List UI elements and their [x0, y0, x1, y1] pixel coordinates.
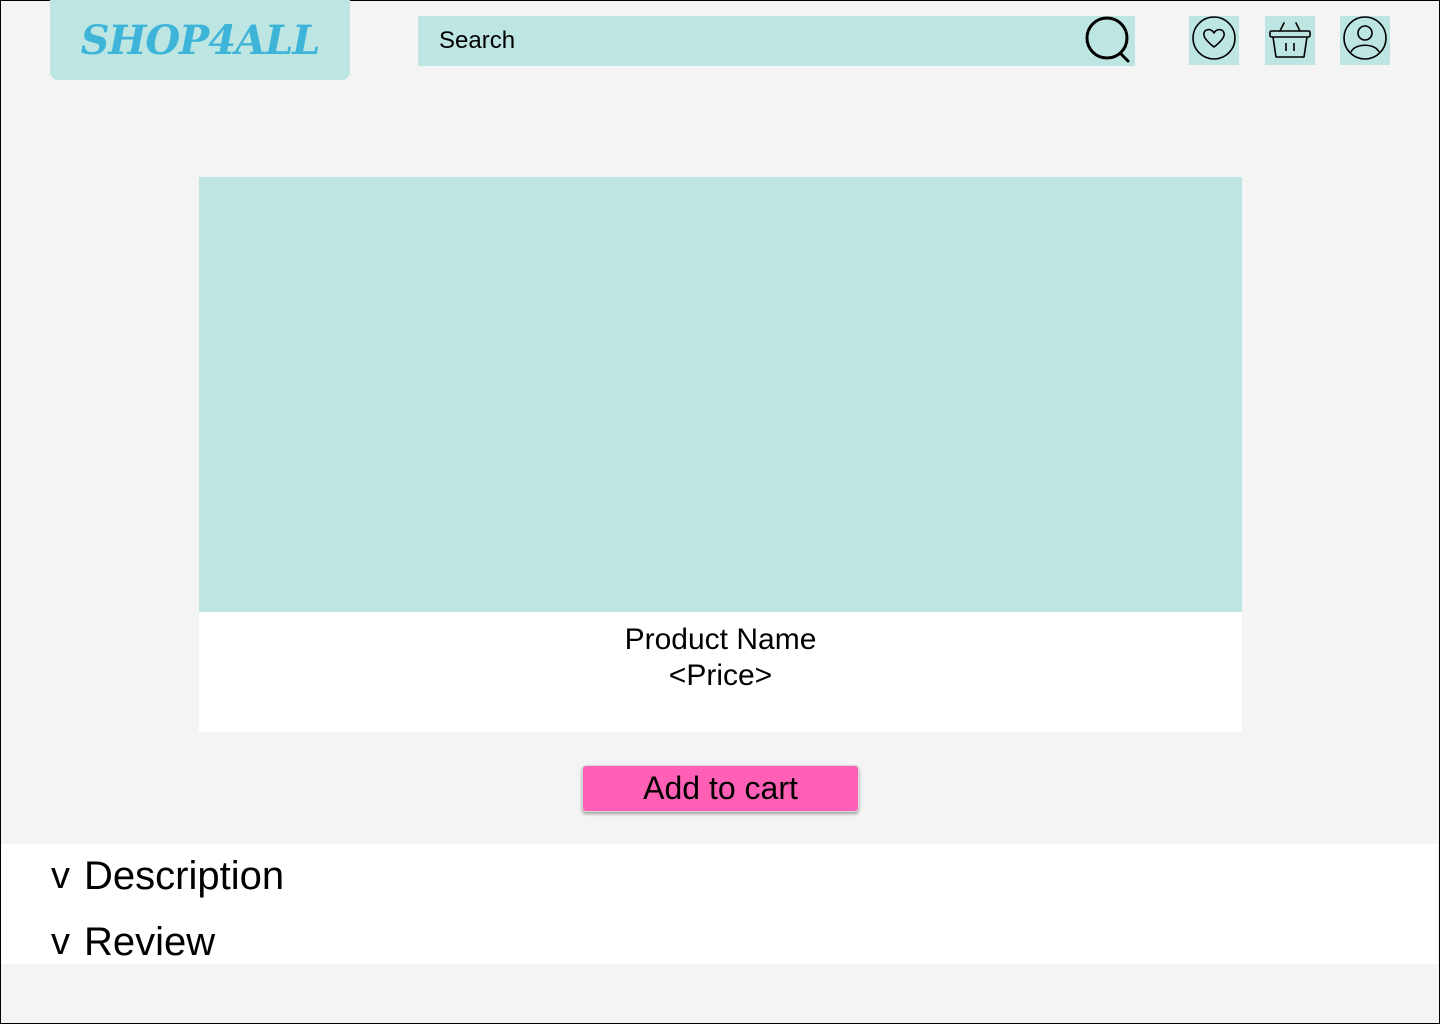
review-toggle[interactable]: v Review [51, 922, 215, 962]
description-toggle[interactable]: v Description [51, 856, 284, 896]
add-to-cart-button[interactable]: Add to cart [582, 765, 859, 812]
search-bar [418, 15, 1135, 67]
search-icon[interactable] [1085, 16, 1135, 66]
chevron-down-icon: v [51, 921, 70, 963]
cart-button[interactable] [1265, 16, 1315, 65]
user-icon [1342, 15, 1388, 66]
basket-icon [1267, 15, 1313, 66]
chevron-down-icon: v [51, 855, 70, 897]
product-name: Product Name [624, 623, 817, 656]
search-input[interactable] [418, 15, 1135, 67]
product-info: Product Name <Price> [199, 612, 1242, 732]
review-label: Review [84, 920, 216, 964]
wishlist-button[interactable] [1189, 16, 1239, 65]
account-button[interactable] [1340, 16, 1390, 65]
details-section: v Description v Review [1, 844, 1437, 964]
heart-icon [1191, 15, 1237, 66]
product-image [199, 177, 1242, 612]
product-price: <Price> [668, 659, 773, 692]
logo-text: SHOP4ALL [80, 16, 321, 64]
logo[interactable]: SHOP4ALL [50, 0, 350, 80]
description-label: Description [84, 854, 285, 898]
